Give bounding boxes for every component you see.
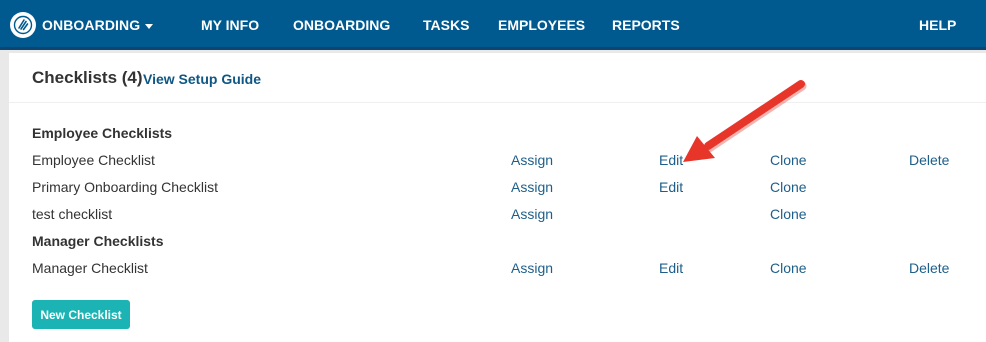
nav-reports[interactable]: REPORTS — [612, 17, 680, 33]
assign-link[interactable]: Assign — [511, 260, 553, 276]
panel-header: Checklists (4) View Setup Guide — [9, 53, 986, 103]
checklist-name: Employee Checklist — [32, 152, 155, 168]
top-nav-bar: ONBOARDING MY INFO ONBOARDING TASKS EMPL… — [0, 0, 986, 50]
edit-link[interactable]: Edit — [659, 260, 683, 276]
clone-link[interactable]: Clone — [770, 152, 807, 168]
nav-my-info[interactable]: MY INFO — [201, 17, 259, 33]
assign-link[interactable]: Assign — [511, 179, 553, 195]
edit-link[interactable]: Edit — [659, 152, 683, 168]
nav-employees[interactable]: EMPLOYEES — [498, 17, 585, 33]
onboarding-brand-menu[interactable]: ONBOARDING — [10, 11, 154, 39]
nav-onboarding[interactable]: ONBOARDING — [293, 17, 390, 33]
clone-link[interactable]: Clone — [770, 260, 807, 276]
delete-link[interactable]: Delete — [909, 152, 949, 168]
checklist-name: Manager Checklist — [32, 260, 148, 276]
edit-link[interactable]: Edit — [659, 179, 683, 195]
checklist-name: test checklist — [32, 206, 113, 222]
checklist-name: Primary Onboarding Checklist — [32, 179, 218, 195]
clone-link[interactable]: Clone — [770, 179, 807, 195]
brand-label: ONBOARDING — [42, 17, 141, 33]
section-title-manager: Manager Checklists — [32, 233, 164, 249]
page-title: Checklists (4) — [32, 68, 143, 87]
new-checklist-button[interactable]: New Checklist — [32, 300, 130, 329]
assign-link[interactable]: Assign — [511, 152, 553, 168]
clone-link[interactable]: Clone — [770, 206, 807, 222]
section-title-employee: Employee Checklists — [32, 125, 173, 141]
hand-logo-icon — [10, 12, 36, 38]
view-setup-guide-link[interactable]: View Setup Guide — [143, 71, 261, 87]
caret-down-icon — [145, 23, 154, 29]
nav-tasks[interactable]: TASKS — [423, 17, 469, 33]
assign-link[interactable]: Assign — [511, 206, 553, 222]
nav-help[interactable]: HELP — [919, 17, 956, 33]
delete-link[interactable]: Delete — [909, 260, 949, 276]
checklists-panel: Checklists (4) View Setup Guide Employee… — [9, 53, 986, 342]
